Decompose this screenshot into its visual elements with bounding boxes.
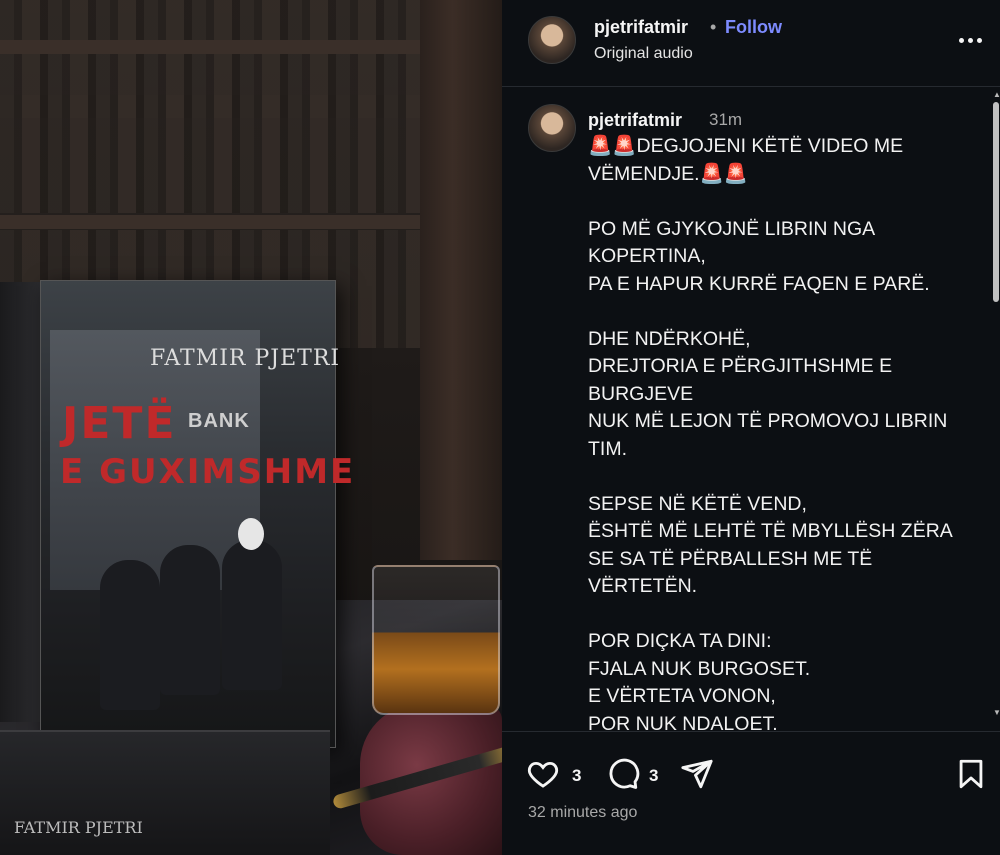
robber-figure xyxy=(160,545,220,695)
shelf-board xyxy=(0,40,420,54)
book-title-line1: JETË xyxy=(62,398,177,449)
avatar[interactable] xyxy=(528,16,576,64)
caption-text: 🚨🚨DEGJOJENI KËTË VIDEO ME VËMENDJE.🚨🚨 PO… xyxy=(588,135,953,731)
book-spine xyxy=(0,282,40,722)
whiskey-glass xyxy=(372,565,500,715)
bookmark-icon[interactable] xyxy=(954,757,988,791)
audio-label[interactable]: Original audio xyxy=(594,45,693,63)
header-separator: • xyxy=(710,17,717,37)
caption-avatar[interactable] xyxy=(528,104,576,152)
timestamp: 32 minutes ago xyxy=(528,804,638,821)
robber-figure xyxy=(100,560,160,710)
more-options-icon[interactable] xyxy=(957,30,987,50)
comment-count[interactable]: 3 xyxy=(649,766,658,786)
post-panel: pjetrifatmir • Follow Original audio pje… xyxy=(502,0,1000,855)
wood-pillar xyxy=(420,0,502,560)
post-header: pjetrifatmir • Follow Original audio xyxy=(502,0,1000,87)
share-icon[interactable] xyxy=(680,757,714,791)
bank-sign: BANK xyxy=(188,410,250,432)
scroll-up-icon[interactable]: ▲ xyxy=(993,91,1000,99)
heart-icon[interactable] xyxy=(526,757,560,791)
caption-username[interactable]: pjetrifatmir xyxy=(588,110,682,131)
caption-time: 31m xyxy=(709,110,743,129)
white-mask xyxy=(238,518,264,550)
book-title-line2: E GUXIMSHME xyxy=(60,452,356,492)
masked-figure xyxy=(222,540,282,690)
book-author-text: FATMIR PJETRI xyxy=(150,346,341,371)
bookshelf-row xyxy=(0,95,420,213)
comment-icon[interactable] xyxy=(606,757,640,791)
header-username[interactable]: pjetrifatmir xyxy=(594,17,688,38)
scrollbar[interactable]: ▲ ▼ xyxy=(992,88,1000,731)
shelf-board xyxy=(0,215,420,229)
scroll-thumb[interactable] xyxy=(993,102,999,302)
follow-button[interactable]: Follow xyxy=(725,17,782,38)
caption-area: pjetrifatmir 31m 🚨🚨DEGJOJENI KËTË VIDEO … xyxy=(502,88,1000,731)
second-book-author: FATMIR PJETRI xyxy=(14,818,143,837)
action-bar: 3 3 32 minutes ago xyxy=(502,731,1000,855)
video-media[interactable]: FATMIR PJETRI BANK JETË E GUXIMSHME FATM… xyxy=(0,0,502,855)
scroll-down-icon[interactable]: ▼ xyxy=(993,709,1000,717)
like-count[interactable]: 3 xyxy=(572,766,581,786)
